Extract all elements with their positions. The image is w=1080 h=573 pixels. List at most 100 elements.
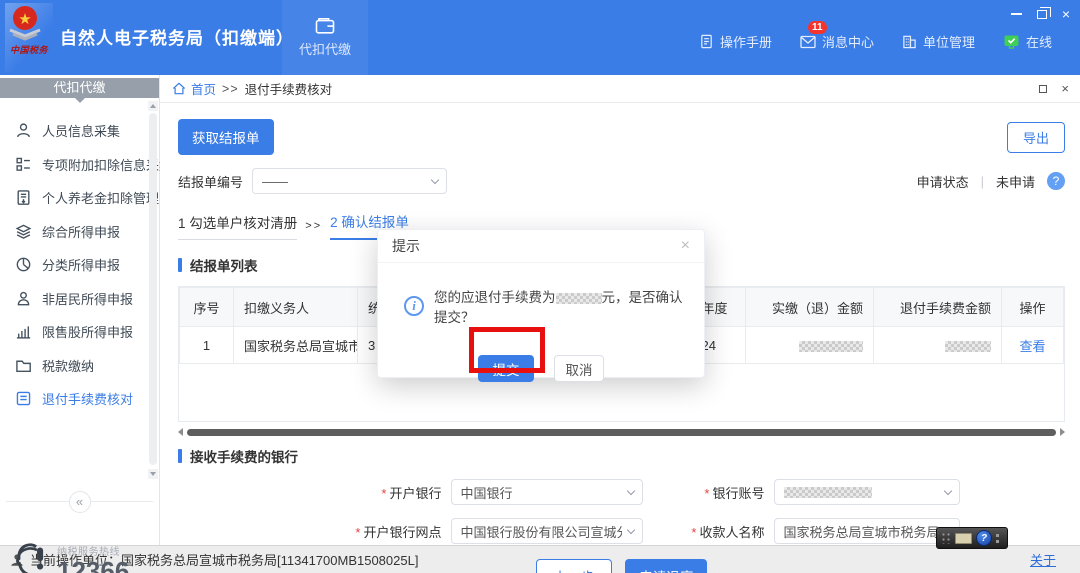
form-actions: 上一步 申请退库 — [178, 559, 1065, 573]
export-button[interactable]: 导出 — [1006, 121, 1065, 153]
bar-chart-icon — [16, 326, 31, 339]
payee-label: * 收款人名称 — [669, 522, 764, 541]
scroll-left-icon[interactable] — [178, 428, 183, 436]
scroll-down-icon[interactable] — [148, 469, 158, 479]
close-button[interactable]: × — [1062, 7, 1070, 21]
sidebar-item-pension-deduction[interactable]: 个人养老金扣除管理 — [0, 181, 159, 215]
submit-button[interactable]: 提交 — [478, 355, 534, 382]
bank-section-title: 接收手续费的银行 — [178, 446, 1065, 466]
help-icon[interactable]: ? — [1047, 172, 1065, 190]
col-action: 操作 — [1001, 287, 1064, 327]
sidebar-item-special-deduction[interactable]: 专项附加扣除信息采集 — [0, 148, 172, 182]
checklist-icon — [16, 157, 30, 171]
previous-step-button[interactable]: 上一步 — [535, 559, 613, 573]
app-window: ★ 中国税务 自然人电子税务局（扣缴端） 代扣代缴 操作手册 11 消息中心 单… — [0, 0, 1080, 573]
online-label: 在线 — [1025, 35, 1052, 50]
sidebar-item-label: 分类所得申报 — [42, 258, 121, 274]
ime-language-button[interactable] — [955, 532, 972, 544]
manual-button[interactable]: 操作手册 — [699, 32, 772, 51]
tab-restore-icon[interactable] — [1039, 84, 1048, 93]
sidebar-item-label: 非居民所得申报 — [42, 291, 134, 307]
ime-mini-buttons[interactable] — [996, 533, 999, 543]
mail-icon — [800, 35, 816, 48]
message-center-button[interactable]: 11 消息中心 — [800, 21, 874, 51]
chevron-down-icon — [430, 175, 440, 185]
apply-status-label: 申请状态 — [916, 174, 969, 190]
payee-value: 国家税务总局宣城市税务局 — [783, 524, 939, 540]
restore-button[interactable] — [1036, 6, 1051, 19]
minimize-button[interactable] — [1010, 13, 1022, 15]
ime-toolbar[interactable]: ? — [936, 527, 1008, 549]
statement-number-select[interactable]: —— — [252, 168, 448, 194]
sidebar-item-tax-payment[interactable]: 税款缴纳 — [0, 349, 159, 383]
branch-value: 中国银行股份有限公司宣城分行 — [460, 524, 622, 540]
fetch-statement-button[interactable]: 获取结报单 — [178, 119, 274, 155]
dialog-header: 提示 × — [378, 230, 704, 263]
col-paid-amount: 实缴（退）金额 — [745, 287, 874, 327]
account-select[interactable] — [773, 479, 960, 505]
col-fee-amount: 退付手续费金额 — [873, 287, 1002, 327]
required-mark: * — [355, 524, 361, 540]
sidebar-item-refund-fee-check[interactable]: 退付手续费核对 — [0, 382, 159, 416]
sidebar-item-personnel-info[interactable]: 人员信息采集 — [0, 114, 159, 148]
cell-seq: 1 — [179, 326, 234, 364]
sidebar-item-nonresident-income[interactable]: 非居民所得申报 — [0, 282, 159, 316]
sidebar-item-classified-income[interactable]: 分类所得申报 — [0, 248, 159, 282]
topnav-tab-withholding[interactable]: 代扣代缴 — [282, 0, 368, 75]
required-mark: * — [704, 485, 710, 501]
dialog-message: 您的应退付手续费为 元，是否确认提交？ — [434, 286, 692, 326]
tab-close-icon[interactable]: × — [1061, 81, 1069, 96]
step-tab-1[interactable]: 1 勾选单户核对清册 — [178, 212, 298, 240]
cell-fee-amount — [873, 326, 1002, 364]
ime-help-icon[interactable]: ? — [976, 530, 992, 546]
app-title: 自然人电子税务局（扣缴端） — [60, 29, 294, 48]
ime-drag-handle[interactable] — [941, 532, 951, 544]
dialog-message-prefix: 您的应退付手续费为 — [434, 290, 556, 305]
cancel-button[interactable]: 取消 — [554, 355, 604, 382]
tab-controls: × — [1039, 81, 1069, 96]
topnav-tab-label: 代扣代缴 — [298, 42, 351, 57]
apply-refund-button[interactable]: 申请退库 — [625, 559, 708, 573]
apply-status-value: 未申请 — [995, 174, 1035, 190]
step-separator: >> — [305, 220, 323, 232]
branch-label: * 开户银行网点 — [284, 522, 441, 541]
statement-number-value: —— — [262, 173, 289, 189]
sidebar-menu: 人员信息采集 专项附加扣除信息采集 个人养老金扣除管理 综合所得申报 分类所得申… — [0, 98, 172, 416]
document-icon — [701, 34, 712, 49]
online-status[interactable]: 在线 — [1003, 32, 1052, 51]
org-management-button[interactable]: 单位管理 — [902, 32, 975, 51]
online-icon — [1004, 35, 1019, 49]
collapse-sidebar-button[interactable]: « — [68, 491, 91, 513]
scrollbar-thumb[interactable] — [149, 113, 157, 465]
message-center-label: 消息中心 — [821, 35, 874, 50]
horizontal-scrollbar-thumb[interactable] — [187, 428, 1056, 436]
dialog-title: 提示 — [392, 238, 420, 254]
org-management-label: 单位管理 — [922, 35, 975, 50]
sidebar-scrollbar[interactable] — [148, 101, 158, 479]
dialog-footer: 提交 取消 — [378, 355, 704, 382]
horizontal-scrollbar[interactable] — [178, 427, 1065, 437]
sidebar-collapse-row: « — [0, 491, 159, 513]
apply-status: 申请状态 | 未申请 ? — [917, 172, 1065, 191]
wallet-icon — [315, 18, 335, 34]
col-withholding-agent: 扣缴义务人 — [233, 287, 358, 327]
bank-select[interactable]: 中国银行 — [450, 479, 643, 505]
sidebar-item-label: 综合所得申报 — [42, 224, 121, 240]
masked-fee-amount — [945, 340, 991, 352]
folder-icon — [16, 360, 31, 372]
breadcrumb-home[interactable]: 首页 — [191, 79, 216, 98]
person-outline-icon — [17, 291, 30, 306]
branch-select[interactable]: 中国银行股份有限公司宣城分行 — [450, 518, 643, 544]
pie-icon — [16, 257, 31, 272]
account-label-text: 银行账号 — [712, 485, 765, 501]
sidebar-header: 代扣代缴 — [0, 78, 159, 103]
masked-refund-amount — [555, 292, 602, 304]
payee-select[interactable]: 国家税务总局宣城市税务局 — [773, 518, 960, 544]
view-link[interactable]: 查看 — [1019, 339, 1045, 354]
scroll-up-icon[interactable] — [148, 101, 158, 111]
sidebar-item-restricted-shares[interactable]: 限售股所得申报 — [0, 315, 159, 349]
scroll-right-icon[interactable] — [1060, 428, 1065, 436]
sidebar-item-comprehensive-income[interactable]: 综合所得申报 — [0, 215, 159, 249]
dialog-close-icon[interactable]: × — [681, 238, 690, 254]
national-emblem-icon: ★ — [9, 6, 41, 41]
